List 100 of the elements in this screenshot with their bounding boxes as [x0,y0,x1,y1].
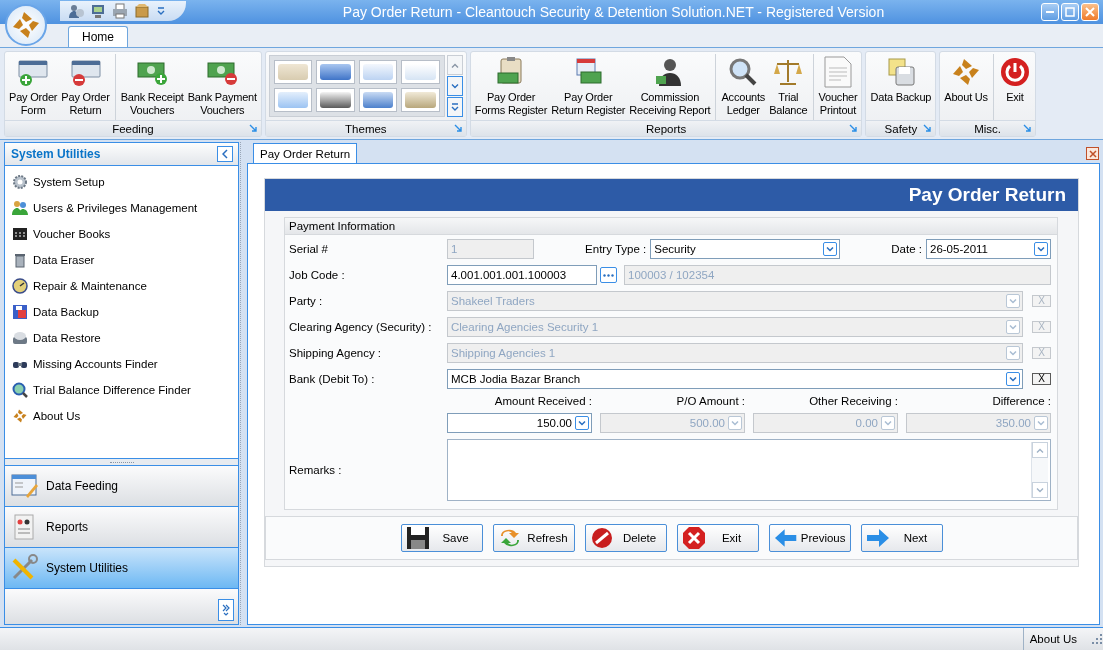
ribbon-button[interactable]: Voucher Printout [816,54,860,120]
theme-swatch[interactable] [358,60,398,84]
pane-item[interactable]: Data Eraser [5,247,239,273]
pane-item[interactable]: Data Restore [5,325,239,351]
date-picker[interactable]: 26-05-2011 [926,239,1051,259]
ribbon-button[interactable]: Bank Receipt Vouchers [118,54,186,120]
form-banner: Pay Order Return [265,179,1078,211]
ribbon-tab[interactable]: Home [68,26,128,47]
theme-swatch[interactable] [316,88,355,112]
pane-item[interactable]: System Setup [5,169,239,195]
pane-item[interactable]: Users & Privileges Management [5,195,239,221]
scroll-down-button[interactable] [1032,482,1048,498]
theme-swatch[interactable] [316,60,355,84]
printer-icon[interactable] [112,3,128,19]
action-button[interactable]: Save [400,524,483,552]
launcher-icon[interactable] [923,124,933,133]
text-field[interactable]: 4.001.001.001.100003 [447,265,597,285]
dropdown-button[interactable] [575,416,589,430]
ribbon-button[interactable]: Bank Payment Vouchers [185,54,259,120]
ribbon-button[interactable]: Pay Order Form [7,54,60,120]
action-button[interactable]: Refresh [492,524,575,552]
overflow-button[interactable] [218,599,235,621]
browse-button[interactable] [600,267,617,283]
close-icon [681,526,706,550]
field-label: P/O Amount : [675,395,745,407]
dropdown-button[interactable] [1006,372,1020,386]
people-icon [12,200,28,216]
ribbon-button[interactable]: Pay Order Return Register [549,54,628,120]
pane-item[interactable]: Repair & Maintenance [5,273,239,299]
launcher-icon[interactable] [453,124,463,133]
dropdown-button[interactable] [823,242,838,256]
chevron-down-icon [1037,246,1045,252]
chevron-down-icon [826,246,835,252]
scroll-up-button[interactable] [1032,442,1048,458]
scroll-up-button[interactable] [446,55,463,75]
close-tab-button[interactable] [1086,147,1099,160]
action-button[interactable]: Previous [768,524,851,552]
right-arrow-icon [865,526,890,550]
ribbon-button[interactable]: Pay Order Return [59,54,116,120]
theme-swatch[interactable] [358,88,398,112]
scroll-down-button[interactable] [446,76,463,96]
pane-item[interactable]: Missing Accounts Finder [5,351,239,377]
ribbon-button[interactable]: Accounts Ledger [719,54,768,120]
pane-item[interactable]: Trial Balance Difference Finder [5,377,239,403]
expand-gallery-button[interactable] [446,97,463,117]
combo-box: Shipping Agencies 1 [447,343,1023,363]
theme-swatch[interactable] [273,60,313,84]
ribbon-button[interactable]: Pay Order Forms Register [472,54,550,120]
chevron-down-icon [1009,298,1017,304]
group-label: Misc. [974,122,1001,135]
launcher-icon[interactable] [248,124,258,133]
minimize-button[interactable] [1041,3,1059,21]
group-label: Themes [345,122,387,135]
dropdown-icon[interactable] [156,6,166,16]
launcher-icon[interactable] [1022,124,1032,133]
action-button[interactable]: Next [860,524,943,552]
theme-swatch[interactable] [401,60,440,84]
combo-box[interactable]: MCB Jodia Bazar Branch [447,369,1023,389]
document-tab[interactable]: Pay Order Return [253,143,358,163]
pane-button[interactable]: Data Feeding [5,465,239,506]
minimize-icon [1046,11,1054,13]
computer-icon[interactable] [90,3,106,19]
chevron-down-icon [578,420,586,426]
number-field[interactable]: 150.00 [447,413,592,433]
theme-swatch[interactable] [401,88,440,112]
document-icon [822,56,854,88]
group-label: Reports [646,122,687,135]
action-button[interactable]: Exit [676,524,759,552]
pane-item[interactable]: About Us [5,403,239,429]
chevron-down-icon [1009,376,1017,382]
remarks-field[interactable] [447,439,1051,501]
tools-icon [10,554,38,582]
chevron-down-icon [1009,350,1017,356]
maximize-button[interactable] [1061,3,1079,21]
dropdown-button[interactable] [1034,242,1048,256]
launcher-icon[interactable] [849,124,859,133]
combo-box[interactable]: Security [650,239,841,259]
ribbon-button[interactable]: Data Backup [868,54,934,120]
ribbon-button[interactable]: Exit [996,54,1033,120]
collapse-button[interactable] [217,146,234,162]
status-bar-item: About Us [1022,628,1091,650]
power-icon [998,56,1031,88]
number-field: 350.00 [906,413,1051,433]
field-label: Serial # [289,243,329,255]
close-icon [1085,7,1095,17]
field-label: Date : [891,243,922,255]
users-icon[interactable] [68,3,84,19]
resize-grip-icon [1091,633,1103,645]
combo-box: Shakeel Traders [447,291,1023,311]
gauge-icon [12,278,28,294]
logo-icon [10,9,42,41]
close-button[interactable] [1081,3,1099,21]
pane-item[interactable]: Voucher Books [5,221,239,247]
pane-item[interactable]: Data Backup [5,299,239,325]
action-button[interactable]: Delete [584,524,667,552]
theme-swatch[interactable] [273,88,313,112]
pane-button[interactable]: Reports [5,506,239,547]
pane-button[interactable]: System Utilities [5,547,239,588]
clear-button[interactable]: X [1032,373,1051,385]
box-icon[interactable] [134,3,150,19]
